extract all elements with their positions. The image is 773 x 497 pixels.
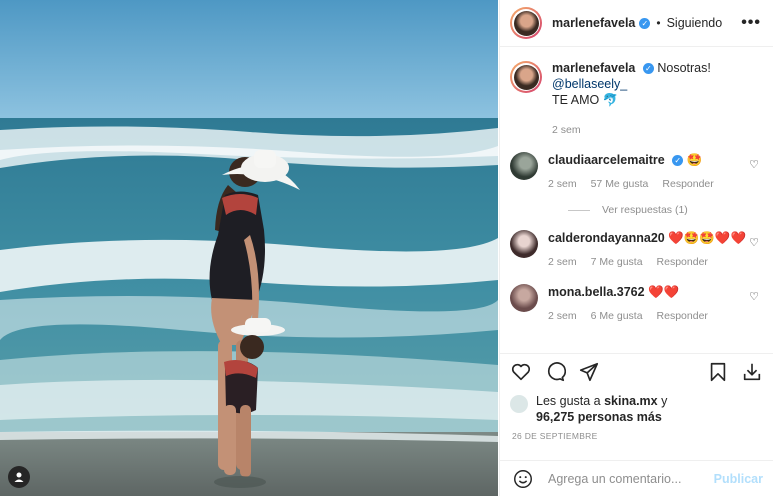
separator-dot: • — [656, 16, 661, 30]
comment-item: mona.bella.3762 ❤️❤️ 2 sem 6 Me gusta Re… — [510, 284, 761, 324]
caption-username[interactable]: marlenefavela — [552, 61, 635, 75]
user-icon — [14, 472, 24, 482]
heart-icon[interactable] — [510, 361, 532, 383]
caption-text: Nosotras! — [657, 61, 711, 75]
comment-item: claudiaarcelemaitre ✓ 🤩 2 sem 57 Me gust… — [510, 152, 761, 192]
comment-input[interactable] — [546, 471, 714, 487]
caption-mention[interactable]: @bellaseely_ — [552, 77, 627, 91]
reply-button[interactable]: Responder — [662, 176, 713, 192]
reply-button[interactable]: Responder — [657, 254, 708, 270]
comment-text: 🤩 — [686, 153, 703, 167]
author-username[interactable]: marlenefavela — [552, 16, 635, 30]
post-date[interactable]: 26 DE SEPTIEMBRE — [512, 431, 598, 441]
beach-photo-image — [0, 0, 498, 496]
add-comment-bar: Publicar — [500, 460, 773, 497]
action-bar — [500, 353, 773, 390]
comment-likes[interactable]: 7 Me gusta — [591, 254, 643, 270]
comment-username[interactable]: claudiaarcelemaitre — [548, 153, 665, 167]
post-photo[interactable] — [0, 0, 498, 496]
commenter-avatar[interactable] — [510, 284, 538, 312]
liker-avatar[interactable] — [510, 395, 528, 413]
caption-time[interactable]: 2 sem — [552, 122, 581, 138]
comment-likes[interactable]: 6 Me gusta — [591, 308, 643, 324]
verified-icon: ✓ — [672, 155, 684, 167]
share-icon[interactable] — [578, 361, 600, 383]
publish-button[interactable]: Publicar — [714, 472, 763, 486]
likes-prefix: Les gusta a — [536, 394, 605, 408]
view-replies-label: Ver respuestas (1) — [602, 204, 688, 216]
likes-suffix: y — [657, 394, 668, 408]
comment-likes[interactable]: 57 Me gusta — [591, 176, 649, 192]
likes-user[interactable]: skina.mx — [604, 394, 658, 408]
comment-icon[interactable] — [544, 361, 566, 383]
tagged-user-button[interactable] — [8, 466, 30, 488]
likes-count[interactable]: 96,275 personas más — [536, 410, 662, 424]
verified-icon: ✓ — [642, 63, 654, 75]
comment-like-icon[interactable]: ♡ — [749, 158, 759, 171]
view-replies-button[interactable]: Ver respuestas (1) — [568, 204, 761, 216]
author-avatar[interactable] — [510, 7, 542, 39]
comment-text: ❤️❤️ — [648, 285, 680, 299]
commenter-avatar[interactable] — [510, 230, 538, 258]
comment-time[interactable]: 2 sem — [548, 308, 577, 324]
comment-item: calderondayanna20 ❤️🤩🤩❤️❤️ 2 sem 7 Me gu… — [510, 230, 761, 270]
emoji-icon[interactable] — [512, 468, 534, 490]
post-header: marlenefavela ✓ • Siguiendo ••• — [500, 0, 773, 47]
comment-username[interactable]: calderondayanna20 — [548, 231, 665, 245]
comment-like-icon[interactable]: ♡ — [749, 236, 759, 249]
comments-list[interactable]: marlenefavela ✓ Nosotras! @bellaseely_ T… — [500, 47, 773, 353]
post-sidebar: marlenefavela ✓ • Siguiendo ••• marlenef… — [499, 0, 773, 496]
comment-like-icon[interactable]: ♡ — [749, 290, 759, 303]
commenter-avatar[interactable] — [510, 152, 538, 180]
verified-icon: ✓ — [639, 17, 651, 29]
download-icon[interactable] — [741, 361, 763, 383]
reply-button[interactable]: Responder — [657, 308, 708, 324]
more-options-icon[interactable]: ••• — [741, 15, 761, 31]
bookmark-icon[interactable] — [707, 361, 729, 383]
likes-summary: Les gusta a skina.mx y 96,275 personas m… — [510, 393, 667, 425]
comment-text: ❤️🤩🤩❤️❤️ — [668, 231, 747, 245]
comment-time[interactable]: 2 sem — [548, 254, 577, 270]
caption-text-line2: TE AMO 🐬 — [552, 93, 619, 107]
comment-username[interactable]: mona.bella.3762 — [548, 285, 645, 299]
caption-avatar[interactable] — [510, 61, 542, 93]
caption: marlenefavela ✓ Nosotras! @bellaseely_ T… — [510, 61, 761, 138]
comment-time[interactable]: 2 sem — [548, 176, 577, 192]
replies-line — [568, 209, 590, 211]
following-button[interactable]: Siguiendo — [667, 16, 723, 30]
